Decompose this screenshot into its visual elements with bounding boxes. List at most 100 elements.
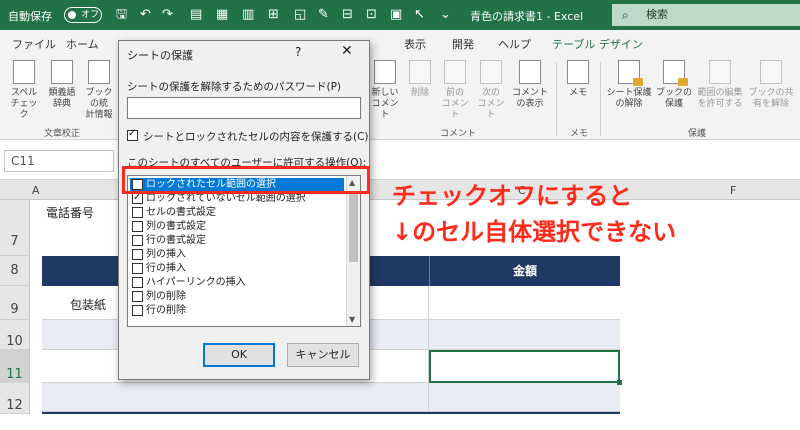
amount-header-cell[interactable]: 金額: [429, 256, 620, 286]
scroll-down-icon[interactable]: ▼: [349, 315, 355, 324]
option-label: セルの書式設定: [146, 207, 216, 218]
tab-help[interactable]: ヘルプ: [498, 36, 531, 52]
brush-icon[interactable]: ▣: [390, 6, 402, 24]
save-icon[interactable]: 🖫: [116, 6, 127, 24]
active-cell-c11[interactable]: [429, 350, 622, 385]
new-comment-icon: [374, 60, 396, 84]
row-header-7[interactable]: 7: [0, 200, 30, 256]
list-item[interactable]: セルの書式設定: [130, 206, 344, 220]
form-icon[interactable]: ▤: [190, 6, 202, 24]
cell-divider: [428, 383, 429, 411]
stats-icon: [88, 60, 110, 84]
tab-developer[interactable]: 開発: [452, 36, 474, 52]
next-comment-button[interactable]: 次の コメント: [474, 60, 508, 121]
tab-file[interactable]: ファイル: [12, 36, 56, 52]
password-input[interactable]: [127, 97, 361, 119]
option-checkbox[interactable]: [132, 191, 143, 205]
option-label: ロックされていないセル範囲の選択: [146, 193, 306, 204]
list-item[interactable]: ハイパーリンクの挿入: [130, 276, 344, 290]
column-header-a[interactable]: A: [32, 184, 40, 197]
protect-contents-label: シートとロックされたセルの内容を保護する(C): [143, 131, 369, 143]
option-label: 列の挿入: [146, 249, 186, 260]
option-checkbox[interactable]: [132, 235, 143, 246]
tab-table-design[interactable]: テーブル デザイン: [552, 36, 643, 52]
sheet-lock-icon: [618, 60, 643, 86]
show-comments-icon: [519, 60, 541, 84]
list-item[interactable]: 列の挿入: [130, 248, 344, 262]
grid-icon[interactable]: ▥: [242, 6, 254, 24]
thesaurus-button[interactable]: 類義語 辞典: [44, 60, 80, 110]
list-item[interactable]: 列の書式設定: [130, 220, 344, 234]
allow-edit-ranges-label: 範囲の編集 を許可する: [697, 88, 743, 109]
phone-label-cell[interactable]: 電話番号: [46, 204, 94, 221]
option-checkbox[interactable]: [132, 263, 143, 274]
unprotect-sheet-label: シート保護 の解除: [606, 88, 652, 109]
option-checkbox[interactable]: [132, 291, 143, 302]
list-item[interactable]: 行の削除: [130, 304, 344, 318]
search-placeholder: 検索: [646, 8, 668, 21]
list-item[interactable]: 列の削除: [130, 290, 344, 304]
highlight-box: [122, 166, 370, 194]
close-icon[interactable]: ✕: [341, 43, 353, 59]
option-label: 列の削除: [146, 291, 186, 302]
option-label: 行の挿入: [146, 263, 186, 274]
shape-icon[interactable]: ◱: [294, 6, 306, 24]
undo-icon[interactable]: ↶: [140, 6, 151, 24]
protect-workbook-button[interactable]: ブックの 保護: [656, 60, 692, 110]
cursor-icon[interactable]: ↖: [414, 6, 425, 24]
option-checkbox[interactable]: [132, 207, 143, 218]
row-header-9[interactable]: 9: [0, 286, 30, 320]
option-checkbox[interactable]: [132, 277, 143, 288]
protect-workbook-label: ブックの 保護: [656, 88, 693, 109]
protect-contents-checkbox[interactable]: [127, 128, 138, 141]
allow-edit-ranges-button[interactable]: 範囲の編集 を許可する: [696, 60, 744, 110]
row-header-10[interactable]: 10: [0, 320, 30, 350]
new-comment-button[interactable]: 新しい コメント: [368, 60, 402, 121]
table-icon[interactable]: ▦: [216, 6, 228, 24]
row-header-12[interactable]: 12: [0, 383, 30, 414]
list-item[interactable]: 行の書式設定: [130, 234, 344, 248]
table-row[interactable]: [42, 383, 620, 412]
customize-qat-icon[interactable]: ⌄: [440, 6, 451, 24]
border-icon[interactable]: ⊟: [342, 6, 353, 24]
cancel-button[interactable]: キャンセル: [287, 343, 359, 367]
show-comments-button[interactable]: コメント の表示: [510, 60, 550, 110]
item-name-cell[interactable]: 包装紙: [70, 296, 106, 313]
filter-icon[interactable]: ⊞: [268, 6, 279, 24]
delete-comment-button[interactable]: 削除: [404, 60, 436, 99]
format-icon[interactable]: ⊡: [366, 6, 377, 24]
row-header-11[interactable]: 11: [0, 350, 30, 383]
tab-view[interactable]: 表示: [404, 36, 426, 52]
workbook-lock-icon: [663, 60, 688, 86]
spell-check-icon: [13, 60, 35, 84]
workbook-stats-button[interactable]: ブックの統 計情報: [82, 60, 116, 121]
unshare-workbook-button[interactable]: ブックの共 有を解除: [748, 60, 794, 110]
spell-check-button[interactable]: スペル チェック: [8, 60, 40, 121]
redo-icon[interactable]: ↷: [162, 6, 173, 24]
allowed-actions-list[interactable]: ロックされたセル範囲の選択 ロックされていないセル範囲の選択 セルの書式設定 列…: [127, 175, 361, 327]
tab-home[interactable]: ホーム: [66, 36, 99, 52]
prev-comment-button[interactable]: 前の コメント: [438, 60, 472, 121]
help-icon[interactable]: ?: [295, 45, 301, 59]
notes-icon: [567, 60, 589, 84]
list-scrollbar[interactable]: ▲ ▼: [346, 176, 360, 326]
pen-icon[interactable]: ✎: [318, 6, 329, 24]
unprotect-sheet-button[interactable]: シート保護 の解除: [606, 60, 652, 110]
name-box[interactable]: C11: [4, 150, 114, 172]
next-comment-label: 次の コメント: [477, 88, 505, 120]
notes-button[interactable]: メモ: [562, 60, 594, 99]
autosave-toggle[interactable]: オフ: [64, 7, 102, 23]
dialog-title: シートの保護: [127, 49, 193, 62]
notes-label: メモ: [568, 88, 587, 98]
ok-button[interactable]: OK: [203, 343, 275, 367]
option-checkbox[interactable]: [132, 221, 143, 232]
list-item[interactable]: ロックされていないセル範囲の選択: [130, 191, 344, 206]
book-icon: [51, 60, 73, 84]
option-checkbox[interactable]: [132, 305, 143, 316]
search-box[interactable]: ⌕ 検索: [612, 4, 800, 26]
row-header-8[interactable]: 8: [0, 256, 30, 286]
option-checkbox[interactable]: [132, 249, 143, 260]
column-header-f[interactable]: F: [730, 184, 736, 197]
scroll-thumb[interactable]: [349, 192, 358, 262]
list-item[interactable]: 行の挿入: [130, 262, 344, 276]
